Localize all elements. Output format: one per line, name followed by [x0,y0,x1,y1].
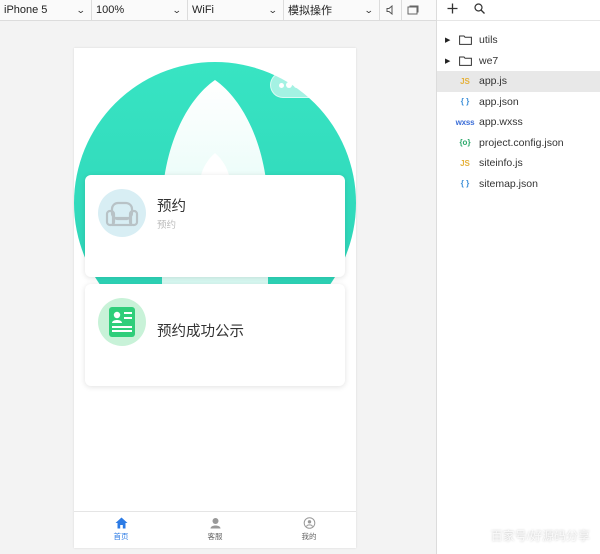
file-tree: ▶ utils ▶ we7 JS app.js { } app.json wxs… [437,30,600,194]
chevron-down-icon: ⌄ [76,4,87,15]
tree-item-label: app.wxss [479,116,523,129]
target-icon [320,78,334,92]
tree-item-sitemap-json[interactable]: { } sitemap.json [437,174,600,195]
search-button[interactable] [474,1,485,19]
mini-program-capsule [270,72,346,98]
js-file-icon: JS [460,76,470,86]
armchair-icon [98,189,146,237]
watermark: 百家号/好源码分享 [490,529,590,543]
folder-icon [457,55,473,67]
tree-item-label: utils [479,34,498,47]
explorer-header [437,0,600,21]
caret-right-icon: ▶ [445,37,451,45]
js-file-icon: JS [460,158,470,168]
config-file-icon: {o} [459,138,471,148]
tree-item-label: siteinfo.js [479,157,523,170]
search-icon [474,3,485,14]
chevron-down-icon: ⌄ [172,4,183,15]
tree-item-we7[interactable]: ▶ we7 [437,51,600,72]
chevron-down-icon: ⌄ [364,4,375,15]
window-button[interactable] [402,0,424,20]
tree-item-app-js[interactable]: JS app.js [437,71,600,92]
device-select-value: iPhone 5 [4,4,48,16]
tree-item-siteinfo-js[interactable]: JS siteinfo.js [437,153,600,174]
close-button[interactable] [308,78,345,92]
tree-item-utils[interactable]: ▶ utils [437,30,600,51]
booking-title: 预约 [157,199,186,215]
more-button[interactable] [271,82,308,88]
zoom-select[interactable]: 100% ⌄ [92,0,188,20]
plus-icon [447,3,458,14]
add-file-button[interactable] [447,1,458,19]
operation-select-value: 模拟操作 [288,5,332,17]
tree-item-app-wxss[interactable]: wxss app.wxss [437,112,600,133]
tree-item-label: sitemap.json [479,177,538,190]
network-select[interactable]: WiFi ⌄ [188,0,284,20]
tree-item-project-config[interactable]: {o} project.config.json [437,133,600,154]
status-time: 18:24 [201,50,229,62]
tree-item-label: we7 [479,54,499,67]
tree-item-label: project.config.json [479,136,564,149]
mute-button[interactable] [380,0,402,20]
operation-select[interactable]: 模拟操作 ⌄ [284,0,380,20]
tab-service-label: 客服 [207,532,223,541]
device-select[interactable]: iPhone 5 ⌄ [0,0,92,20]
network-select-value: WiFi [192,4,214,16]
booking-subtitle: 预约 [157,220,177,231]
tree-item-label: app.js [479,75,508,88]
chevron-down-icon: ⌄ [268,4,279,15]
folder-icon [457,34,473,46]
tab-home-label: 首页 [113,532,129,541]
booking-card[interactable]: 预约 预约 [85,175,345,277]
json-file-icon: { } [460,179,470,189]
tab-service[interactable]: 客服 [168,512,262,548]
phone-simulator: 18:24 预约 预约 预约成功公示 首页 客服 我的 [74,48,356,548]
wxss-file-icon: wxss [455,117,475,127]
tree-item-label: app.json [479,95,519,108]
json-file-icon: { } [460,97,470,107]
tab-bar: 首页 客服 我的 [74,511,356,548]
speaker-icon [386,5,392,15]
zoom-select-value: 100% [96,4,125,16]
window-icon [407,5,419,15]
tab-mine-label: 我的 [301,532,317,541]
booking-success-card[interactable]: 预约成功公示 [85,284,345,386]
tree-item-app-json[interactable]: { } app.json [437,92,600,113]
tab-mine[interactable]: 我的 [262,512,356,548]
booking-success-title: 预约成功公示 [157,324,244,340]
home-icon [115,517,127,529]
file-explorer: ▶ utils ▶ we7 JS app.js { } app.json wxs… [436,0,600,554]
simulator-toolbar: iPhone 5 ⌄ 100% ⌄ WiFi ⌄ 模拟操作 ⌄ [0,0,436,21]
tab-home[interactable]: 首页 [74,512,168,548]
user-icon [303,517,315,529]
id-card-icon [98,298,146,346]
caret-right-icon: ▶ [445,57,451,65]
customer-service-icon [210,518,220,529]
